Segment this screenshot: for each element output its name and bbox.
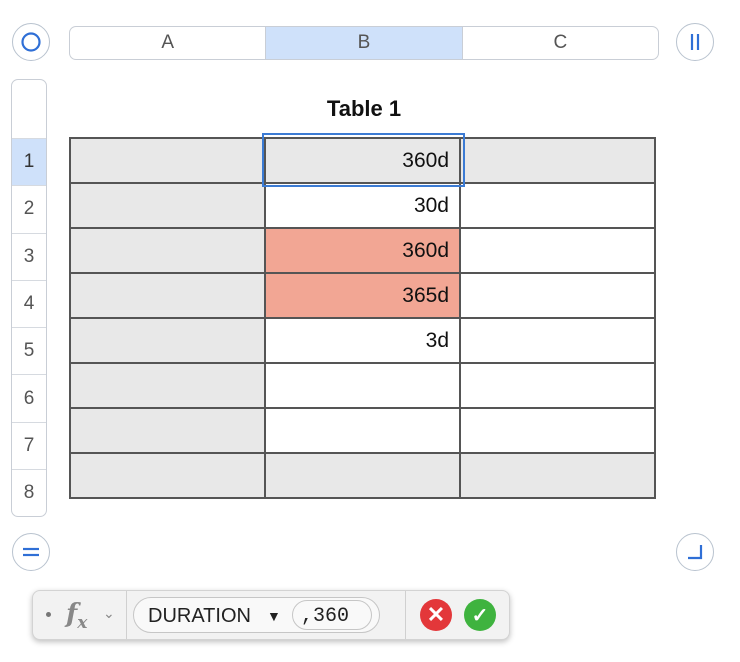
add-rows-button[interactable] <box>12 533 50 571</box>
function-name: DURATION <box>148 605 251 627</box>
divider <box>405 591 406 639</box>
table-row: 360d <box>69 227 656 274</box>
row-header-4[interactable]: 4 <box>12 279 46 327</box>
cell-a3[interactable] <box>69 227 266 274</box>
cell-b3[interactable]: 360d <box>264 227 461 274</box>
checkmark-icon: ✓ <box>471 604 489 627</box>
resize-corner-icon <box>688 545 703 560</box>
cell-c5[interactable] <box>459 317 656 364</box>
argument-text: ,360 <box>301 605 350 628</box>
column-header-c[interactable]: C <box>463 27 658 59</box>
add-columns-button[interactable] <box>676 23 714 61</box>
formula-bar: fx ⌄ DURATION ▼ ,360 ✕ ✓ <box>32 590 510 640</box>
fx-icon[interactable]: fx <box>66 599 87 633</box>
cell-b2[interactable]: 30d <box>264 182 461 229</box>
table-row <box>69 362 656 409</box>
row-header-5[interactable]: 5 <box>12 327 46 374</box>
cell-c6[interactable] <box>459 362 656 409</box>
cell-b5[interactable]: 3d <box>264 317 461 364</box>
row-header-7[interactable]: 7 <box>12 421 46 469</box>
cancel-formula-button[interactable]: ✕ <box>420 599 452 631</box>
cell-a4[interactable] <box>69 272 266 319</box>
row-header-1[interactable]: 1 <box>12 138 46 186</box>
cell-a8[interactable] <box>69 452 266 499</box>
row-header-6[interactable]: 6 <box>12 374 46 421</box>
table-row: 360d <box>69 137 656 184</box>
table-row: 30d <box>69 182 656 229</box>
cell-a5[interactable] <box>69 317 266 364</box>
cell-a1[interactable] <box>69 137 266 184</box>
fx-sub-label: x <box>77 613 88 634</box>
row-header-bar: 1 2 3 4 5 6 7 8 <box>11 79 47 517</box>
row-header-corner <box>12 80 46 138</box>
table-row <box>69 407 656 454</box>
column-header-bar: A B C <box>69 26 659 60</box>
cell-c8[interactable] <box>459 452 656 499</box>
function-menu-arrow-icon[interactable]: ▼ <box>267 608 281 624</box>
select-table-button[interactable] <box>12 23 50 61</box>
table-row: 365d <box>69 272 656 319</box>
chevron-down-icon[interactable]: ⌄ <box>103 605 115 622</box>
cell-c1[interactable] <box>459 137 656 184</box>
cell-b7[interactable] <box>264 407 461 454</box>
cell-c3[interactable] <box>459 227 656 274</box>
spreadsheet-table: 360d 30d 360d 365d 3d <box>69 137 656 499</box>
column-handle-icon <box>690 34 700 50</box>
column-header-b[interactable]: B <box>266 27 463 59</box>
cell-a2[interactable] <box>69 182 266 229</box>
function-argument[interactable]: ,360 <box>292 600 372 630</box>
divider <box>126 591 127 639</box>
row-header-3[interactable]: 3 <box>12 232 46 280</box>
resize-table-button[interactable] <box>676 533 714 571</box>
cell-b8[interactable] <box>264 452 461 499</box>
fx-label: f <box>66 599 78 629</box>
row-handle-icon <box>23 547 39 557</box>
drag-handle-dot[interactable] <box>46 612 51 617</box>
formula-token[interactable]: DURATION ▼ ,360 <box>133 597 380 633</box>
circle-icon <box>21 32 41 52</box>
cell-c7[interactable] <box>459 407 656 454</box>
row-header-2[interactable]: 2 <box>12 185 46 232</box>
accept-formula-button[interactable]: ✓ <box>464 599 496 631</box>
close-icon: ✕ <box>426 602 446 627</box>
cell-b6[interactable] <box>264 362 461 409</box>
row-header-8[interactable]: 8 <box>12 469 46 516</box>
cell-c4[interactable] <box>459 272 656 319</box>
cell-b4[interactable]: 365d <box>264 272 461 319</box>
cell-a7[interactable] <box>69 407 266 454</box>
column-header-a[interactable]: A <box>70 27 267 59</box>
cell-b1[interactable]: 360d <box>264 137 461 184</box>
table-row <box>69 452 656 499</box>
cell-a6[interactable] <box>69 362 266 409</box>
table-row: 3d <box>69 317 656 364</box>
cell-c2[interactable] <box>459 182 656 229</box>
table-title[interactable]: Table 1 <box>69 96 659 122</box>
